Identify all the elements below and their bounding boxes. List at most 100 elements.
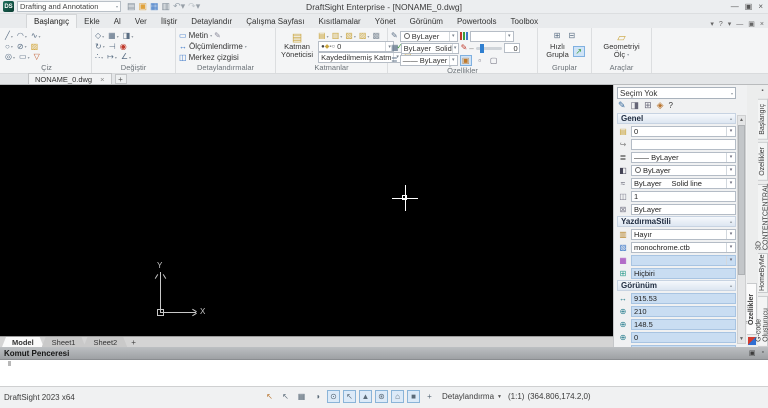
plot-style-toggle[interactable]: ▢ (488, 55, 500, 66)
side-tab-gcode[interactable]: G-code Oluşturucu (755, 296, 768, 347)
entity-snap-toggle[interactable]: ↖ (343, 390, 356, 403)
lineweight-display-toggle[interactable]: ■ (407, 390, 420, 403)
open-file-icon[interactable]: ▣ (139, 2, 148, 11)
tab-ver[interactable]: Ver (128, 14, 154, 28)
show-lineweight-toggle[interactable]: ▣ (459, 54, 472, 66)
command-splitter[interactable] (8, 361, 11, 366)
sheet-tab-sheet2[interactable]: Sheet2 (83, 337, 127, 347)
document-tab[interactable]: NONAME_0.dwg × (28, 73, 112, 84)
quick-group-button[interactable]: Hızlı Grupla (544, 43, 571, 59)
tab-al[interactable]: Al (107, 14, 128, 28)
transparency-toggle[interactable]: ▫ (474, 55, 486, 66)
selection-dropdown[interactable]: Seçim Yok ▾ (617, 87, 736, 99)
plot-table-attach-field[interactable]: ▾ (631, 254, 736, 266)
command-float-icon[interactable]: ▣ (749, 349, 756, 357)
doc-close-button[interactable]: × (760, 21, 764, 28)
minimize-button[interactable]: — (731, 2, 739, 11)
panel-scrollbar[interactable]: ▲ ▼ (737, 115, 746, 344)
color-palette-icon[interactable] (459, 32, 468, 40)
linestyle-scale-field[interactable]: 1 (631, 190, 736, 202)
edit-group-icon[interactable]: ↗ (572, 45, 585, 57)
lineweight-dropdown[interactable]: —— ByLayer ▾ (399, 54, 458, 66)
trim-tool-button[interactable]: ⊣ (109, 42, 116, 51)
copy-properties-icon[interactable]: ◨ (631, 100, 640, 111)
layer-state-button-4[interactable]: ▨ ▾ (359, 32, 370, 40)
active-layer-dropdown[interactable]: ● ◆ ▪ ○ 0 ▾ (318, 41, 395, 52)
polar-tracking-toggle[interactable]: ⊙ (327, 390, 340, 403)
centerline-tool-button[interactable]: ◫ Merkez çizgisi (179, 52, 272, 63)
auto-hide-pin-icon[interactable]: ▪ (761, 87, 763, 96)
copy-tool-button[interactable]: ◨ ▾ (123, 32, 134, 40)
section-header-yazdirmastili[interactable]: YazdırmaStili ▴ (617, 216, 736, 227)
command-window-titlebar[interactable]: Komut Penceresi ▣ ▫ (0, 347, 768, 359)
dimension-tool-button[interactable]: ↔ Ölçümlendirme ▾ (179, 41, 272, 52)
command-input-area[interactable] (0, 359, 768, 386)
ortho-toggle-icon[interactable]: ◑ (311, 390, 324, 403)
add-sheet-button[interactable]: + (131, 337, 136, 347)
tab-calisma-sayfasi[interactable]: Çalışma Sayfası (239, 14, 311, 28)
side-tab-ozellikler[interactable]: Özellikler (757, 142, 768, 182)
point-tool-button[interactable]: ◎ ▾ (5, 53, 15, 61)
layer-manager-button[interactable]: ▤ Katman Yöneticisi (279, 30, 315, 63)
layer-state-button-1[interactable]: ▤ ▾ (318, 32, 329, 40)
layer-state-button-2[interactable]: ▥ ▾ (332, 32, 343, 40)
tab-powertools[interactable]: Powertools (450, 14, 504, 28)
plot-area-field[interactable]: Hiçbiri (631, 267, 736, 279)
side-tab-homebyme[interactable]: HomeByMe (757, 253, 768, 294)
line-tool-button[interactable]: ╱ ▾ (5, 32, 13, 40)
help-icon[interactable]: ? (719, 21, 723, 28)
layer-field[interactable]: 0 ▾ (631, 125, 736, 137)
stretch-tool-button[interactable]: ∴ ▾ (95, 53, 103, 61)
lineweight-field[interactable]: —— ByLayer ▾ (631, 151, 736, 163)
sheet-tab-sheet1[interactable]: Sheet1 (42, 337, 86, 347)
new-file-icon[interactable]: ▤ (127, 2, 136, 11)
entity-track-toggle[interactable]: ▲ (359, 390, 372, 403)
doc-minimize-button[interactable]: — (736, 21, 743, 28)
line-color-dropdown[interactable]: ByLayer ▾ (399, 30, 458, 42)
layer-state-button-5[interactable]: ▩ (372, 32, 380, 40)
transparency-value[interactable]: 0 (503, 43, 520, 53)
ellipse-tool-button[interactable]: ⊘ ▾ (17, 42, 27, 51)
spline-tool-button[interactable]: ∿ ▾ (31, 32, 41, 40)
save-icon[interactable]: ▦ (150, 2, 159, 11)
section-header-genel[interactable]: Genel ▴ (617, 113, 736, 124)
tab-gorunum[interactable]: Görünüm (403, 14, 450, 28)
tab-kisitlamalar[interactable]: Kısıtlamalar (311, 14, 367, 28)
dynamic-input-toggle[interactable]: ⌂ (391, 390, 404, 403)
scroll-down-icon[interactable]: ▼ (739, 335, 744, 343)
new-document-tab-button[interactable]: + (114, 74, 127, 84)
undo-icon[interactable]: ↶▾ (173, 2, 185, 11)
quick-select-icon[interactable]: ◈ (657, 100, 664, 111)
redo-icon[interactable]: ↷▾ (188, 2, 200, 11)
sheet-tab-model[interactable]: Model (2, 337, 44, 347)
transparency-slider[interactable] (475, 43, 502, 53)
tab-yonet[interactable]: Yönet (368, 14, 403, 28)
print-icon[interactable]: ▥ (162, 2, 171, 11)
command-close-icon[interactable]: ▫ (762, 349, 764, 357)
panel-help-button[interactable]: ? (669, 101, 673, 110)
match-properties-icon[interactable]: ✎ (391, 32, 398, 40)
edit-entity-icon[interactable]: ✎ (618, 100, 626, 111)
pointer-mode-icon[interactable]: ↖ (279, 390, 292, 403)
selection-filter-icon[interactable]: ↖ (263, 390, 276, 403)
view-style-dropdown[interactable]: ▾ (469, 30, 514, 42)
arc-tool-button[interactable]: ◠ ▾ (17, 32, 27, 40)
polygon-tool-button[interactable]: ▽ (34, 53, 40, 61)
rectangle-tool-button[interactable]: ▭ ▾ (19, 53, 30, 61)
layer-state-button-3[interactable]: ▧ ▾ (345, 32, 356, 40)
plot-style-field[interactable]: Hayır ▾ (631, 228, 736, 240)
transparency-field[interactable]: ByLayer (631, 203, 736, 215)
tab-ekle[interactable]: Ekle (77, 14, 107, 28)
erase-tool-button[interactable]: ◉ (120, 42, 127, 51)
workspace-selector[interactable]: Drafting and Annotation ▾ (17, 1, 121, 12)
annotation-scale-dropdown[interactable]: Detaylandırma ▼ (439, 390, 505, 403)
offset-tool-button[interactable]: ↦ ▾ (107, 53, 117, 61)
snap-settings-toggle[interactable]: ⊛ (375, 390, 388, 403)
plot-style-table-field[interactable]: monochrome.ctb ▾ (631, 241, 736, 253)
side-tab-baslangic[interactable]: Başlangıç (757, 98, 768, 140)
doc-restore-button[interactable]: ▣ (748, 20, 755, 28)
group-icon[interactable]: ⊞ (554, 32, 561, 40)
linestyle-dropdown[interactable]: ByLayer Solid ▾ (400, 42, 459, 54)
move-tool-button[interactable]: ◇ ▾ (95, 32, 104, 40)
hyperlink-field[interactable] (631, 138, 736, 150)
